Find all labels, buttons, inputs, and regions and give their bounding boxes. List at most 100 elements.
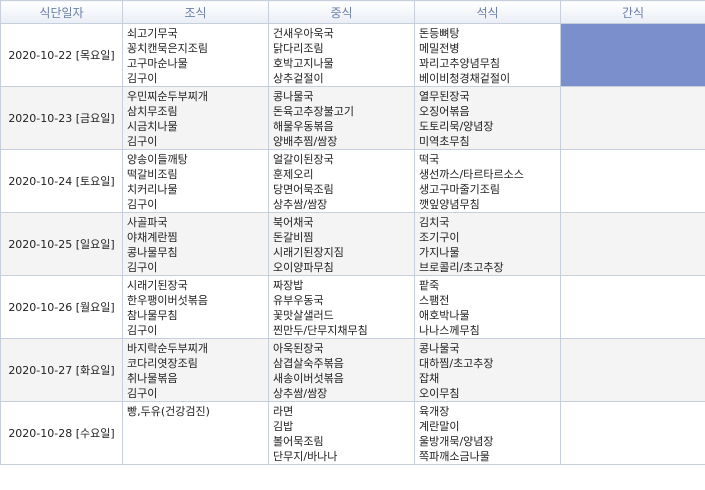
- cell-snack: [560, 86, 705, 150]
- cell-date: 2020-10-24 [토요일]: [0, 149, 123, 213]
- menu-item: 도토리묵/양념장: [419, 120, 494, 133]
- menu-item: 쪽파깨소금나물: [419, 450, 490, 463]
- menu-item: 콩나물무침: [127, 246, 178, 259]
- cell-breakfast: 시래기된장국 한우팽이버섯볶음 참나물무침 김구이: [122, 275, 269, 339]
- cell-lunch: 짜장밥 유부우동국 꽃맛살샐러드 찐만두/단무지채무침: [268, 275, 415, 339]
- menu-item: 김구이: [127, 261, 158, 274]
- menu-item: 짜장밥: [273, 279, 304, 292]
- cell-snack: [560, 401, 705, 465]
- menu-item: 콩나물국: [419, 342, 460, 355]
- menu-item: 생선까스/타르타르소스: [419, 168, 524, 181]
- menu-item: 볼어묵조림: [273, 435, 324, 448]
- menu-item: 오이양파무침: [273, 261, 334, 274]
- menu-item: 당면어묵조림: [273, 183, 334, 196]
- meal-schedule-table: 식단일자 조식 중식 석식 간식 2020-10-22 [목요일] 쇠고기무국 꽁치…: [0, 0, 705, 465]
- cell-date: 2020-10-26 [월요일]: [0, 275, 123, 339]
- cell-breakfast: 빵,두유(건강검진): [122, 401, 269, 465]
- menu-item: 삼치무조림: [127, 105, 178, 118]
- cell-lunch: 콩나물국돈육고추장불고기해물우동볶음양배추찜/쌈장: [268, 86, 415, 150]
- menu-item: 김구이: [127, 198, 158, 211]
- menu-item: 베이비청경채겉절이: [419, 72, 511, 85]
- header-snack[interactable]: 간식: [560, 0, 705, 24]
- cell-date: 2020-10-28 [수요일]: [0, 401, 123, 465]
- cell-breakfast: 바지락순두부찌개 코다리엿장조림 취나물볶음 김구이: [122, 338, 269, 402]
- cell-snack: [560, 23, 705, 87]
- menu-item: 생고구마줄기조림: [419, 183, 500, 196]
- menu-item: 오징어볶음: [419, 105, 470, 118]
- menu-item: 열무된장국: [419, 90, 470, 103]
- menu-item: 양배추찜/쌈장: [273, 135, 338, 148]
- cell-lunch: 북어채국돈갈비찜시래기된장지짐오이양파무침: [268, 212, 415, 276]
- menu-item: 고구마순나물: [127, 57, 188, 70]
- menu-item: 떡갈비조림: [127, 168, 178, 181]
- menu-item: 코다리엿장조림: [127, 357, 198, 370]
- menu-item: 사골파국: [127, 216, 168, 229]
- table-row: 2020-10-22 [목요일] 쇠고기무국 꽁치캔묵은지조림 고구마순나물 김구이 건새…: [0, 23, 705, 87]
- cell-lunch: 얼갈이된장국훈제오리당면어묵조림상추쌈/쌈장: [268, 149, 415, 213]
- menu-item: 꽈리고추양념무침: [419, 57, 500, 70]
- cell-lunch: 아욱된장국 삼겹살숙주볶음 새송이버섯볶음 상추쌈/쌈장: [268, 338, 415, 402]
- menu-item: 양송이들깨탕: [127, 153, 188, 166]
- table-body: 2020-10-22 [목요일] 쇠고기무국 꽁치캔묵은지조림 고구마순나물 김구이 건새…: [0, 23, 705, 465]
- menu-item: 아욱된장국: [273, 342, 324, 355]
- menu-item: 깻잎양념무침: [419, 198, 480, 211]
- cell-dinner: 돈등뼈탕메밀전병꽈리고추양념무침베이비청경채겉절이: [414, 23, 561, 87]
- header-breakfast[interactable]: 조식: [122, 0, 269, 24]
- menu-item: 김구이: [127, 324, 158, 337]
- menu-item: 울방개묵/양념장: [419, 435, 494, 448]
- cell-snack: [560, 149, 705, 213]
- table-row: 2020-10-27 [화요일] 바지락순두부찌개 코다리엿장조림 취나물볶음 김구이 아…: [0, 338, 705, 402]
- menu-item: 찐만두/단무지채무침: [273, 324, 368, 337]
- menu-item: 돈등뼈탕: [419, 27, 460, 40]
- cell-breakfast: 우민찌순두부찌개 삼치무조림 시금치나물 김구이: [122, 86, 269, 150]
- menu-item: 김구이: [127, 135, 158, 148]
- menu-item: 삼겹살숙주볶음: [273, 357, 344, 370]
- menu-item: 상추겉절이: [273, 72, 324, 85]
- table-row: 2020-10-26 [월요일] 시래기된장국 한우팽이버섯볶음 참나물무침 김구이 짜장…: [0, 275, 705, 339]
- menu-item: 시래기된장국: [127, 279, 188, 292]
- menu-item: 닭다리조림: [273, 42, 324, 55]
- cell-snack: [560, 275, 705, 339]
- menu-item: 김구이: [127, 387, 158, 400]
- cell-snack: [560, 338, 705, 402]
- menu-item: 콩나물국: [273, 90, 314, 103]
- menu-item: 유부우동국: [273, 294, 324, 307]
- menu-item: 야채계란찜: [127, 231, 178, 244]
- menu-item: 대하찜/초고추장: [419, 357, 494, 370]
- menu-item: 가지나물: [419, 246, 460, 259]
- menu-item: 상추쌈/쌈장: [273, 198, 328, 211]
- menu-item: 김밥: [273, 420, 294, 433]
- menu-item: 떡국: [419, 153, 440, 166]
- menu-item: 미역초무침: [419, 135, 470, 148]
- menu-item: 계란말이: [419, 420, 460, 433]
- menu-item: 시래기된장지짐: [273, 246, 344, 259]
- menu-item: 북어채국: [273, 216, 314, 229]
- menu-item: 상추쌈/쌈장: [273, 387, 328, 400]
- menu-item: 메밀전병: [419, 42, 460, 55]
- table-row: 2020-10-23 [금요일] 우민찌순두부찌개 삼치무조림 시금치나물 김구이 콩나물…: [0, 86, 705, 150]
- cell-date: 2020-10-23 [금요일]: [0, 86, 123, 150]
- table-header-row: 식단일자 조식 중식 석식 간식: [0, 0, 705, 24]
- cell-date: 2020-10-25 [일요일]: [0, 212, 123, 276]
- menu-item: 라면: [273, 405, 294, 418]
- header-lunch[interactable]: 중식: [268, 0, 415, 24]
- menu-item: 빵,두유(건강검진): [127, 405, 210, 418]
- menu-item: 훈제오리: [273, 168, 314, 181]
- menu-item: 해물우동볶음: [273, 120, 334, 133]
- cell-snack: [560, 212, 705, 276]
- cell-lunch: 건새우아욱국 닭다리조림 호박고지나물 상추겉절이: [268, 23, 415, 87]
- header-date[interactable]: 식단일자: [0, 0, 123, 24]
- menu-item: 시금치나물: [127, 120, 178, 133]
- cell-dinner: 육개장 계란말이 울방개묵/양념장 쪽파깨소금나물: [414, 401, 561, 465]
- menu-item: 돈갈비찜: [273, 231, 314, 244]
- menu-item: 취나물볶음: [127, 372, 178, 385]
- header-dinner[interactable]: 석식: [414, 0, 561, 24]
- menu-item: 오이무침: [419, 387, 460, 400]
- table-row: 2020-10-28 [수요일] 빵,두유(건강검진) 라면 김밥 볼어묵조림 단무지/바…: [0, 401, 705, 465]
- table-row: 2020-10-24 [토요일] 양송이들깨탕 떡갈비조림 치커리나물 김구이 얼갈이된장…: [0, 149, 705, 213]
- cell-breakfast: 쇠고기무국 꽁치캔묵은지조림 고구마순나물 김구이: [122, 23, 269, 87]
- menu-item: 돈육고추장불고기: [273, 105, 354, 118]
- menu-item: 얼갈이된장국: [273, 153, 334, 166]
- menu-item: 애호박나물: [419, 309, 470, 322]
- menu-item: 김구이: [127, 72, 158, 85]
